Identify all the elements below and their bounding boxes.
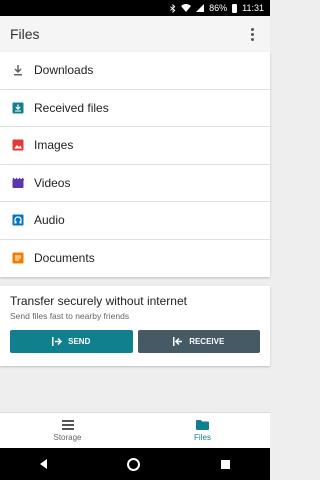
list-item-received-files[interactable]: Received files <box>0 90 270 127</box>
bottom-navigation: Storage Files <box>0 412 270 448</box>
list-item-documents[interactable]: Documents <box>0 240 270 278</box>
tab-files[interactable]: Files <box>135 413 270 448</box>
audio-icon <box>12 214 24 226</box>
list-item-label: Videos <box>34 175 71 190</box>
category-list: Downloads Received files Images Videos A… <box>0 52 270 277</box>
storage-icon <box>61 419 74 430</box>
recent-apps-icon[interactable] <box>220 459 230 469</box>
transfer-card: Transfer securely without internet Send … <box>0 286 270 366</box>
battery-percent: 86% <box>209 3 228 13</box>
receive-label: RECEIVE <box>189 337 225 346</box>
page-title: Files <box>10 26 40 42</box>
back-icon[interactable] <box>40 459 48 469</box>
wifi-icon <box>181 4 192 12</box>
list-item-audio[interactable]: Audio <box>0 202 270 240</box>
send-button[interactable]: SEND <box>10 330 133 353</box>
list-item-label: Documents <box>34 251 95 266</box>
clock: 11:31 <box>242 3 264 13</box>
battery-icon <box>232 3 238 13</box>
send-label: SEND <box>68 337 91 346</box>
tab-storage-label: Storage <box>53 432 82 442</box>
tab-storage[interactable]: Storage <box>0 413 135 448</box>
list-item-downloads[interactable]: Downloads <box>0 52 270 90</box>
received-icon <box>12 102 24 114</box>
tab-files-label: Files <box>194 432 211 442</box>
system-navigation-bar <box>0 448 270 480</box>
send-icon <box>52 337 63 346</box>
home-icon[interactable] <box>127 457 141 471</box>
video-icon <box>12 177 24 189</box>
app-bar: Files <box>0 16 270 52</box>
receive-button[interactable]: RECEIVE <box>137 330 260 353</box>
list-item-label: Downloads <box>34 63 94 78</box>
transfer-title: Transfer securely without internet <box>10 294 187 308</box>
list-item-label: Audio <box>34 213 65 228</box>
list-item-label: Received files <box>34 100 109 115</box>
bluetooth-icon <box>170 3 176 13</box>
image-icon <box>12 139 24 151</box>
transfer-subtitle: Send files fast to nearby friends <box>10 311 130 321</box>
list-item-videos[interactable]: Videos <box>0 165 270 202</box>
signal-icon <box>196 4 205 12</box>
document-icon <box>12 252 24 264</box>
list-item-images[interactable]: Images <box>0 127 270 165</box>
status-bar: 86% 11:31 <box>0 0 270 16</box>
receive-icon <box>173 337 183 346</box>
folder-icon <box>196 419 209 430</box>
transfer-buttons: SEND RECEIVE <box>10 330 260 353</box>
download-icon <box>12 64 24 76</box>
overflow-menu-icon[interactable] <box>244 26 260 42</box>
list-item-label: Images <box>34 138 74 153</box>
